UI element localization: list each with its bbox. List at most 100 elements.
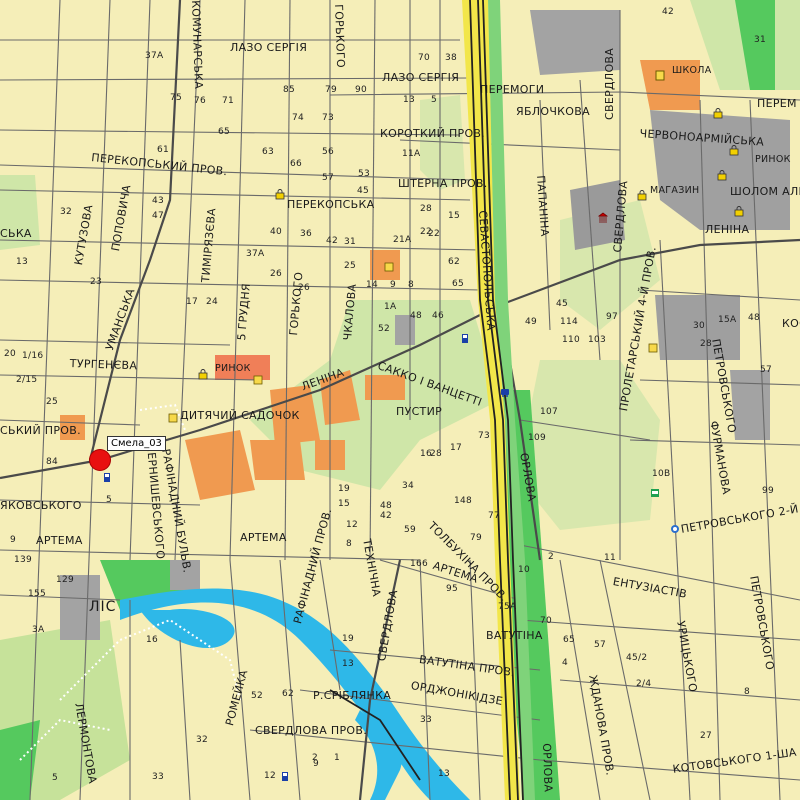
house-number: 12 [264, 771, 277, 781]
map-canvas[interactable]: ЛАЗО СЕРГІЯ ЛАЗО СЕРГІЯ ПЕРЕМОГИ ЯБЛОЧКО… [0, 0, 800, 800]
house-number: 30 [693, 321, 706, 331]
house-number: 22 [420, 227, 433, 237]
street-label: ШОЛОМ АЛЕЙХЕМА [730, 185, 800, 198]
house-number: 107 [540, 407, 559, 417]
house-number: 48 [380, 501, 393, 511]
bus-station-icon[interactable] [500, 387, 510, 398]
bus-station-icon[interactable] [650, 488, 660, 499]
store-icon[interactable] [648, 343, 658, 354]
house-number: 103 [588, 335, 607, 345]
street-label: ПЕРЕМ [757, 97, 797, 110]
street-label: РИНОК [755, 154, 791, 165]
house-number: 155 [28, 589, 47, 599]
kindergarten-icon[interactable] [168, 413, 178, 424]
shop-lock-icon[interactable] [717, 170, 727, 181]
house-number: 32 [60, 207, 73, 217]
market-lock-icon[interactable] [198, 369, 208, 380]
house-number: 148 [454, 496, 473, 506]
house-number: 33 [420, 715, 433, 725]
house-number: 139 [14, 555, 33, 565]
house-number: 62 [448, 257, 461, 267]
street-label: АРТЕМА [36, 534, 83, 547]
shop-lock-icon[interactable] [729, 145, 739, 156]
house-number: 16 [146, 635, 159, 645]
house-number: 57 [760, 365, 773, 375]
house-number: 42 [662, 7, 675, 17]
map-base-layer [0, 0, 800, 800]
house-number: 5 [106, 495, 113, 505]
house-number: 36 [300, 229, 313, 239]
street-label: ШТЕРНА ПРОВ. [398, 177, 488, 190]
house-number: 15 [448, 211, 461, 221]
house-number: 61 [157, 145, 170, 155]
house-number: 21А [393, 235, 412, 245]
house-number: 19 [338, 484, 351, 494]
fuel-station-icon[interactable] [281, 771, 291, 782]
house-number: 9 [10, 535, 17, 545]
shop-lock-icon[interactable] [734, 206, 744, 217]
house-number: 2/4 [636, 679, 652, 689]
house-number: 57 [594, 640, 607, 650]
house-number: 32 [196, 735, 209, 745]
house-number: 53 [358, 169, 371, 179]
street-label: ГОРЬКОГО [332, 3, 348, 69]
shop-lock-icon[interactable] [637, 190, 647, 201]
street-label: ПЕРЕМОГИ [480, 83, 545, 96]
house-number: 63 [262, 147, 275, 157]
house-number: 85 [283, 85, 296, 95]
house-number: 13 [438, 769, 451, 779]
house-number: 74 [292, 113, 305, 123]
street-label: ЯБЛОЧКОВА [516, 105, 590, 118]
street-label: ЛАЗО СЕРГІЯ [230, 41, 308, 54]
house-number: 84 [46, 457, 59, 467]
house-number: 23 [90, 277, 103, 287]
house-number: 20 [4, 349, 17, 359]
street-label: ШКОЛА [672, 65, 712, 76]
shop-lock-icon[interactable] [713, 108, 723, 119]
house-number: 8 [408, 280, 415, 290]
house-number: 9 [313, 759, 320, 769]
house-number: 31 [344, 237, 357, 247]
house-number: 79 [325, 85, 338, 95]
government-building-icon[interactable] [598, 212, 608, 223]
street-label: ЯКОВСЬКОГО [0, 499, 82, 512]
fuel-station-icon[interactable] [103, 472, 113, 483]
house-number: 66 [290, 159, 303, 169]
house-number: 28 [700, 339, 713, 349]
house-number: 57 [322, 173, 335, 183]
street-label: ЛЕНІНА [705, 223, 750, 236]
house-number: 40 [270, 227, 283, 237]
house-number: 12 [346, 520, 359, 530]
house-number: 13 [403, 95, 416, 105]
house-number: 73 [478, 431, 491, 441]
house-number: 15А [718, 315, 737, 325]
street-label: СЬКА [0, 227, 32, 240]
house-number: 45 [556, 299, 569, 309]
house-number: 45/2 [626, 653, 648, 663]
store-icon[interactable] [384, 262, 394, 273]
house-number: 28 [420, 204, 433, 214]
school-icon[interactable] [655, 70, 665, 81]
location-marker[interactable] [90, 450, 110, 470]
store-icon[interactable] [253, 375, 263, 386]
house-number: 129 [56, 575, 75, 585]
house-number: 8 [346, 539, 353, 549]
house-number: 8 [744, 687, 751, 697]
house-number: 62 [282, 689, 295, 699]
house-number: 31 [754, 35, 767, 45]
shop-lock-icon[interactable] [275, 189, 285, 200]
house-number: 75 [170, 93, 183, 103]
house-number: 17 [186, 297, 199, 307]
house-number: 43 [152, 196, 165, 206]
house-number: 13 [342, 659, 355, 669]
street-label: СВЕРДЛОВА [603, 47, 616, 120]
fuel-station-icon[interactable] [461, 333, 471, 344]
house-number: 2 [548, 552, 555, 562]
street-label: СЬКИЙ ПРОВ. [0, 424, 81, 437]
street-label: Р.СРІБЛЯНКА [313, 689, 392, 702]
house-number: 65 [218, 127, 231, 137]
post-office-icon[interactable] [670, 524, 680, 535]
house-number: 75А [498, 602, 517, 612]
street-label: ТУРГЕНЄВА [69, 357, 138, 373]
house-number: 11А [402, 149, 421, 159]
